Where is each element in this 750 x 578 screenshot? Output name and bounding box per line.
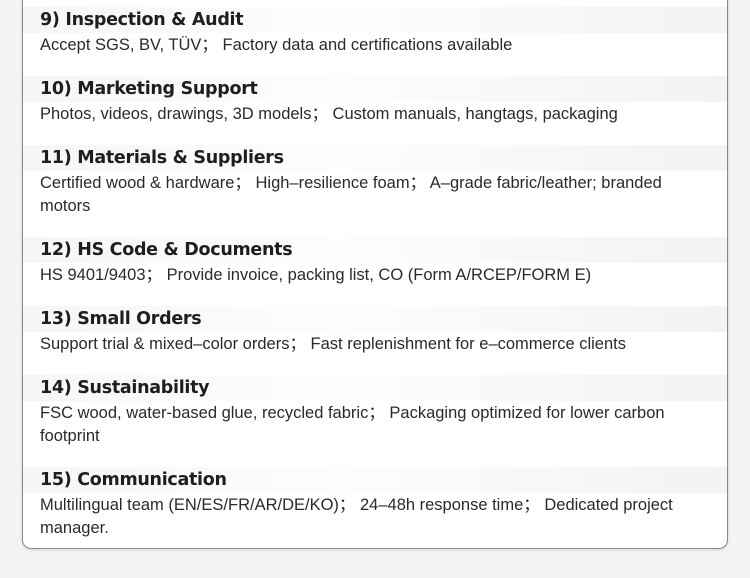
section-body: Certified wood & hardware； High–resilien… — [40, 174, 662, 215]
section-title: 10) Marketing Support — [40, 79, 258, 99]
section-title: 13) Small Orders — [40, 309, 202, 329]
section-title: 15) Communication — [40, 470, 227, 490]
section-body: HS 9401/9403； Provide invoice, packing l… — [40, 266, 592, 284]
section-body: FSC wood, water-based glue, recycled fab… — [40, 404, 665, 445]
section-title: 11) Materials & Suppliers — [40, 148, 284, 168]
section-title: 14) Sustainability — [40, 378, 210, 398]
section-body: Photos, videos, drawings, 3D models； Cus… — [40, 105, 618, 123]
section-title: 9) Inspection & Audit — [40, 10, 244, 30]
section-body: Multilingual team (EN/ES/FR/AR/DE/KO)； 2… — [40, 496, 673, 537]
section-title: 12) HS Code & Documents — [40, 240, 293, 260]
section-body: Accept SGS, BV, TÜV； Factory data and ce… — [40, 36, 513, 54]
info-card: 9) Inspection & Audit Accept SGS, BV, TÜ… — [22, 0, 728, 549]
section-body: Support trial & mixed–color orders； Fast… — [40, 335, 626, 353]
